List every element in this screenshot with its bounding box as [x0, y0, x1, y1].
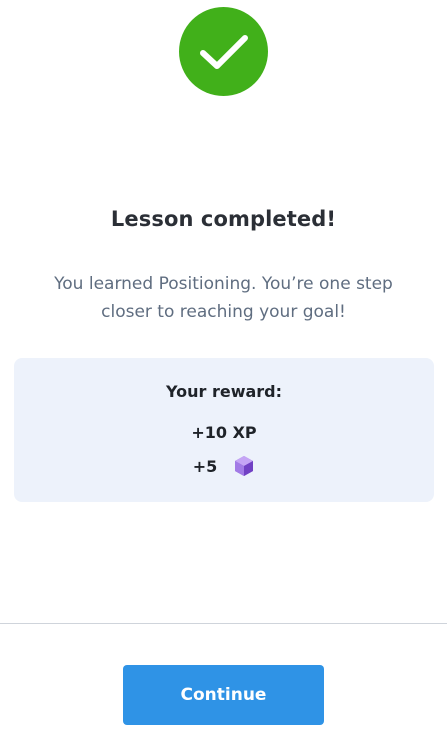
gem-icon — [235, 456, 254, 476]
reward-xp: +10 XP — [191, 423, 257, 442]
reward-gems: +5 — [14, 455, 434, 477]
continue-button[interactable]: Continue — [123, 665, 324, 725]
footer-divider — [0, 623, 447, 624]
reward-heading: Your reward: — [165, 382, 283, 401]
lesson-completed-title: Lesson completed! — [110, 207, 337, 231]
checkmark-icon — [199, 34, 248, 69]
lesson-complete-screen: Lesson completed! You learned Positionin… — [0, 0, 447, 740]
reward-card: Your reward: +10 XP +5 — [14, 358, 434, 502]
success-badge — [179, 7, 268, 96]
lesson-completed-message: You learned Positioning. You’re one step… — [54, 274, 393, 322]
reward-gems-amount: +5 — [192, 456, 218, 476]
